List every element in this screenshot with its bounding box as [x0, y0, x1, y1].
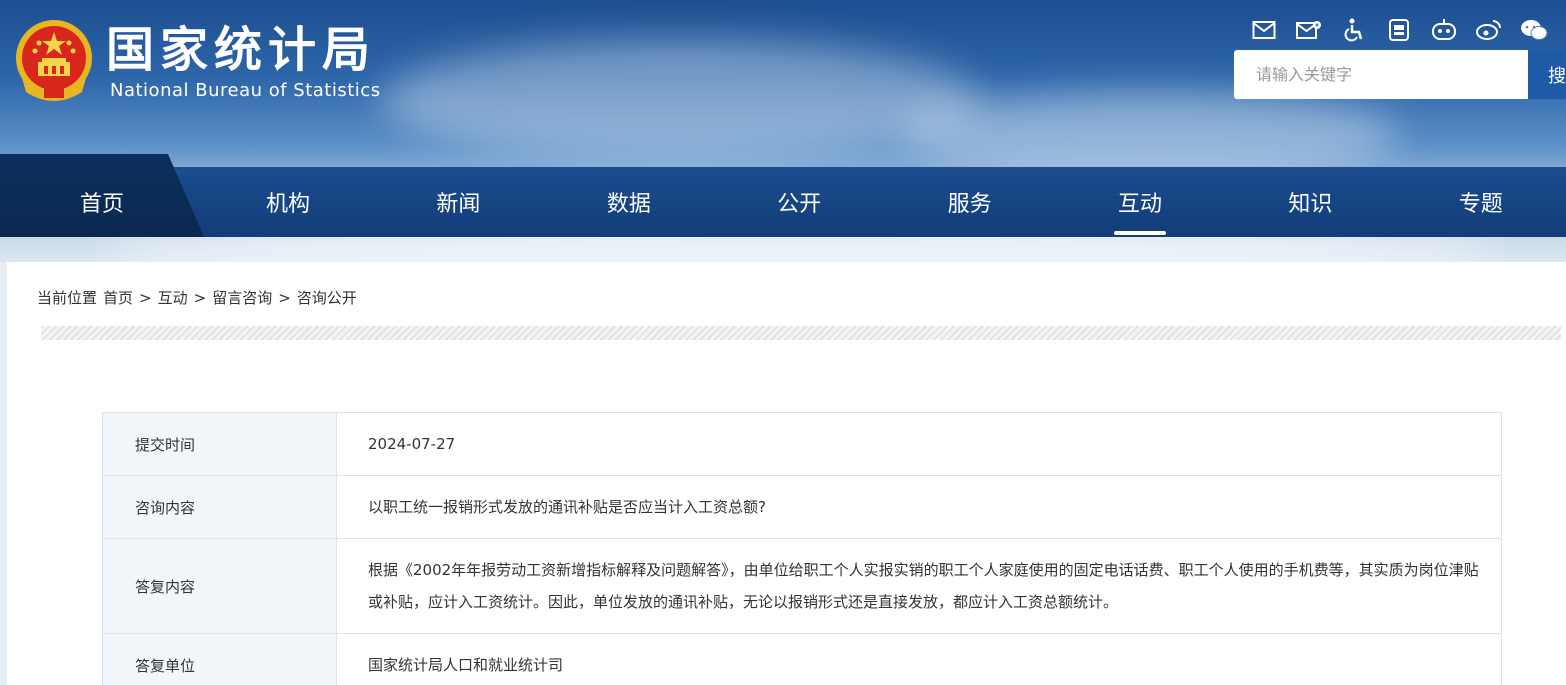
- nav-item-data[interactable]: 数据: [544, 167, 714, 237]
- breadcrumb-prefix: 当前位置: [37, 289, 98, 307]
- nav-item-label: 新闻: [436, 192, 481, 217]
- nav-item-label: 数据: [606, 192, 651, 217]
- nav-item-label: 公开: [777, 192, 822, 217]
- nav-item-news[interactable]: 新闻: [373, 167, 543, 237]
- breadcrumb-consultation[interactable]: 留言咨询: [212, 287, 272, 308]
- weibo-icon[interactable]: [1475, 16, 1503, 44]
- toolbar-icons: [1250, 16, 1550, 44]
- table-row: 咨询内容 以职工统一报销形式发放的通讯补贴是否应当计入工资总额?: [102, 475, 1502, 539]
- breadcrumb-separator: >: [278, 288, 291, 307]
- robot-icon[interactable]: [1430, 16, 1458, 44]
- nav-item-institutions[interactable]: 机构: [203, 167, 373, 237]
- breadcrumb-separator: >: [139, 288, 152, 307]
- row-label: 答复内容: [102, 538, 337, 634]
- nav-item-public[interactable]: 公开: [714, 167, 884, 237]
- active-indicator: [1113, 231, 1166, 235]
- table-row: 答复单位 国家统计局人口和就业统计司: [102, 633, 1502, 685]
- nav-item-home[interactable]: 首页: [0, 167, 203, 237]
- row-value: 根据《2002年年报劳动工资新增指标解释及问题解答》，由单位给职工个人实报实销的…: [336, 538, 1502, 634]
- app-icon[interactable]: [1385, 16, 1413, 44]
- nav-item-label: 知识: [1288, 192, 1333, 217]
- breadcrumb-interaction[interactable]: 互动: [158, 287, 188, 308]
- nav-item-label: 机构: [266, 192, 311, 217]
- hatched-divider: [41, 326, 1561, 340]
- breadcrumb-current[interactable]: 咨询公开: [297, 287, 357, 308]
- nav-item-label: 专题: [1458, 192, 1503, 217]
- mail-settings-icon[interactable]: [1295, 16, 1323, 44]
- nav-item-label: 互动: [1117, 192, 1162, 217]
- row-value: 2024-07-27: [336, 412, 1502, 476]
- search-input[interactable]: [1234, 50, 1528, 99]
- breadcrumb: 当前位置 首页 > 互动 > 留言咨询 > 咨询公开: [37, 287, 357, 308]
- row-value: 国家统计局人口和就业统计司: [336, 633, 1502, 685]
- nav-item-interaction[interactable]: 互动: [1055, 167, 1225, 237]
- consultation-record-table: 提交时间 2024-07-27 咨询内容 以职工统一报销形式发放的通讯补贴是否应…: [102, 412, 1502, 685]
- table-row: 提交时间 2024-07-27: [102, 412, 1502, 476]
- search-button[interactable]: 搜: [1528, 50, 1566, 99]
- breadcrumb-separator: >: [193, 288, 207, 307]
- wechat-icon[interactable]: [1520, 16, 1548, 44]
- table-row: 答复内容 根据《2002年年报劳动工资新增指标解释及问题解答》，由单位给职工个人…: [102, 538, 1502, 634]
- content-panel: 当前位置 首页 > 互动 > 留言咨询 > 咨询公开 提交时间 2024-07-…: [7, 262, 1566, 685]
- national-emblem-logo[interactable]: [14, 18, 94, 104]
- nav-item-label: 服务: [947, 192, 992, 217]
- row-label: 咨询内容: [102, 475, 337, 539]
- nav-item-label: 首页: [80, 192, 125, 217]
- nav-item-services[interactable]: 服务: [884, 167, 1054, 237]
- row-value: 以职工统一报销形式发放的通讯补贴是否应当计入工资总额?: [336, 475, 1502, 539]
- cloud-decoration: [380, 40, 980, 160]
- nav-item-topics[interactable]: 专题: [1396, 167, 1566, 237]
- mail-icon[interactable]: [1250, 16, 1278, 44]
- main-nav: 首页 机构 新闻 数据 公开 服务 互动 知识 专题: [0, 167, 1566, 237]
- site-subtitle: National Bureau of Statistics: [110, 80, 381, 101]
- nav-item-knowledge[interactable]: 知识: [1225, 167, 1395, 237]
- row-label: 提交时间: [102, 412, 337, 476]
- row-label: 答复单位: [102, 633, 337, 685]
- breadcrumb-home[interactable]: 首页: [103, 287, 133, 308]
- site-title: 国家统计局: [106, 22, 377, 78]
- accessibility-icon[interactable]: [1340, 16, 1368, 44]
